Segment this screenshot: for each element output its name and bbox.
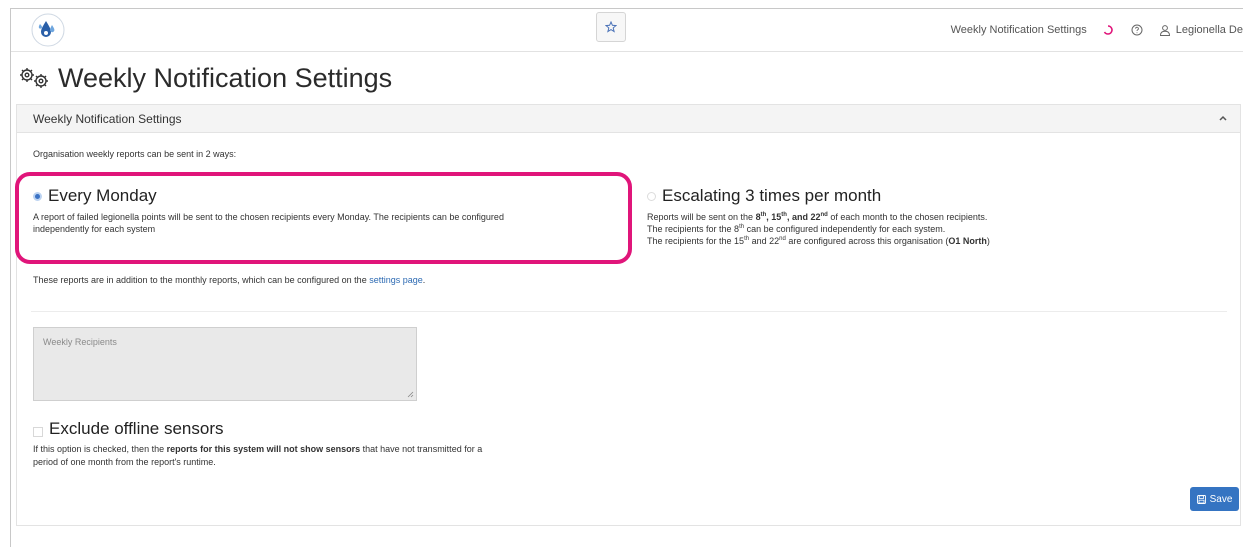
app-logo-icon[interactable] [31,13,65,47]
weekly-recipients-input[interactable]: Weekly Recipients [33,327,417,401]
help-icon[interactable] [1131,24,1143,36]
top-right-nav: Weekly Notification Settings Legionella … [951,9,1243,51]
escalating-desc-line2: The recipients for the 8th can be config… [647,224,946,234]
user-name: Legionella De [1175,24,1243,36]
gears-icon [20,68,48,88]
exclude-desc-line2: period of one month from the report's ru… [33,457,216,467]
top-page-title: Weekly Notification Settings [950,24,1087,36]
exclude-offline-description: If this option is checked, then the repo… [33,443,653,469]
top-bar: Weekly Notification Settings Legionella … [11,9,1243,52]
page-title-text: Weekly Notification Settings [58,62,393,93]
highlight-annotation [15,172,632,264]
section-divider [31,311,1227,312]
chevron-up-icon[interactable] [1218,113,1228,123]
window-frame-left [10,8,11,547]
save-button[interactable]: Save [1190,487,1239,511]
escalating-desc-line3: The recipients for the 15th and 22nd are… [647,236,990,246]
escalating-radio[interactable] [647,191,656,201]
settings-panel: Weekly Notification Settings Organisatio… [16,104,1241,526]
escalating-description: Reports will be sent on the 8th, 15th, a… [647,211,1127,247]
escalating-title: Escalating 3 times per month [662,186,882,205]
save-label: Save [1209,493,1233,505]
exclude-offline-section: Exclude offline sensors If this option i… [33,419,653,469]
user-menu[interactable]: Legionella De [1159,24,1243,36]
exclude-offline-checkbox[interactable] [33,426,43,437]
exclude-offline-title: Exclude offline sensors [49,419,224,438]
settings-page-link[interactable]: settings page [369,275,423,285]
panel-header-title: Weekly Notification Settings [33,112,182,126]
addition-note: These reports are in addition to the mon… [33,275,426,285]
escalating-desc-line1: Reports will be sent on the 8th, 15th, a… [647,212,988,222]
user-icon [1159,25,1170,36]
star-icon [605,21,617,33]
save-icon [1196,494,1206,504]
option-escalating[interactable]: Escalating 3 times per month Reports wil… [647,185,1127,247]
exclude-desc-line1: If this option is checked, then the repo… [33,444,483,454]
weekly-recipients-placeholder: Weekly Recipients [43,337,117,347]
organisation-name: O1 North [948,236,987,246]
intro-text: Organisation weekly reports can be sent … [33,149,237,159]
page-title: Weekly Notification Settings [18,60,392,96]
resize-grip-icon[interactable] [407,391,414,398]
loading-spinner-icon [1103,25,1113,35]
panel-header[interactable]: Weekly Notification Settings [17,105,1240,133]
favorite-button[interactable] [596,12,626,42]
